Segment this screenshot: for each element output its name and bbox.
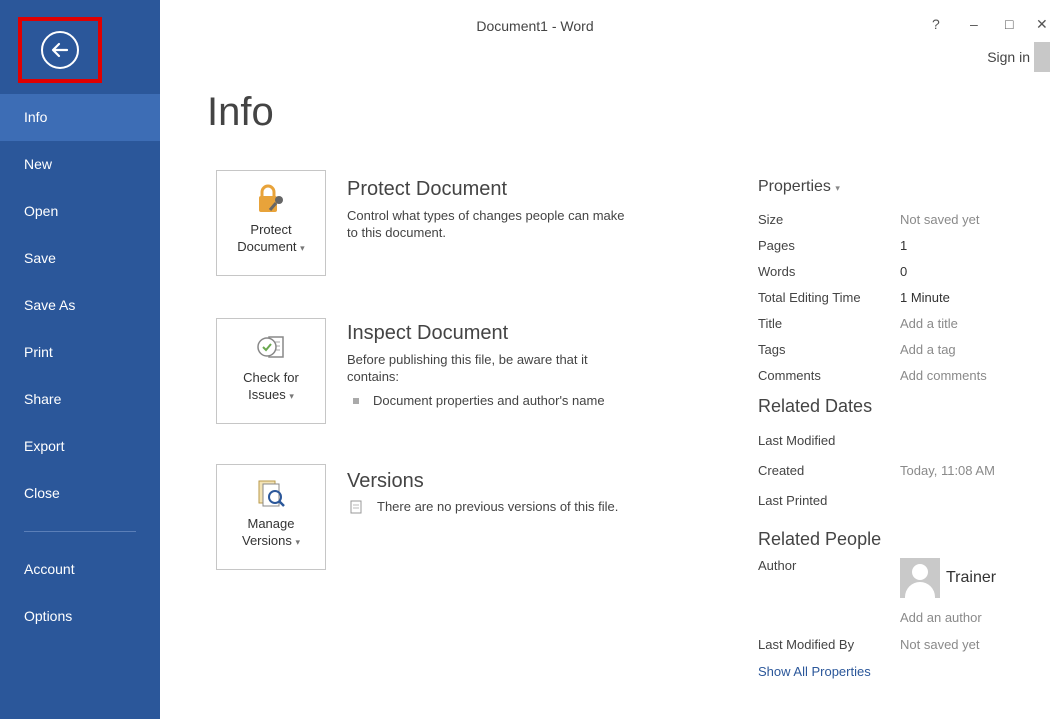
related-dates-heading: Related Dates <box>758 396 873 416</box>
back-button[interactable] <box>41 31 79 69</box>
manage-versions-button[interactable]: Manage Versions ▾ <box>216 464 326 570</box>
add-author-field[interactable]: Add an author <box>900 610 996 625</box>
sidebar-item-new[interactable]: New <box>0 141 160 188</box>
property-row-size: Size Not saved yet <box>758 211 980 227</box>
sidebar-item-account[interactable]: Account <box>0 546 160 593</box>
sidebar-item-options[interactable]: Options <box>0 593 160 640</box>
protect-document-label: Protect Document ▾ <box>237 222 305 254</box>
last-modified-by-row: Last Modified By Not saved yet <box>758 636 980 652</box>
arrow-left-icon <box>51 42 69 58</box>
versions-section: Versions There are no previous versions … <box>347 470 707 514</box>
related-people-heading: Related People <box>758 529 882 549</box>
sidebar-nav: Info New Open Save Save As Print Share E… <box>0 94 160 517</box>
close-window-button[interactable]: ✕ <box>1036 16 1048 33</box>
check-for-issues-button[interactable]: Check for Issues ▾ <box>216 318 326 424</box>
back-button-highlight <box>18 17 102 83</box>
protect-document-heading: Protect Document <box>347 178 508 200</box>
author-entry: Trainer Add an author <box>900 558 996 625</box>
protect-document-button[interactable]: Protect Document ▾ <box>216 170 326 276</box>
property-row-pages: Pages 1 <box>758 237 908 253</box>
property-row-tags: Tags Add a tag <box>758 341 956 357</box>
sidebar-item-open[interactable]: Open <box>0 188 160 235</box>
sidebar-item-share[interactable]: Share <box>0 376 160 423</box>
versions-item: There are no previous versions of this f… <box>347 499 707 514</box>
inspect-document-icon <box>257 336 284 358</box>
check-for-issues-label: Check for Issues ▾ <box>243 370 299 402</box>
protect-document-description: Control what types of changes people can… <box>347 208 625 240</box>
manage-versions-icon <box>258 480 285 507</box>
chevron-down-icon: ▾ <box>835 183 840 193</box>
sidebar-item-save[interactable]: Save <box>0 235 160 282</box>
inspect-document-heading: Inspect Document <box>347 322 509 344</box>
tags-field[interactable]: Add a tag <box>900 342 956 357</box>
author-person[interactable]: Trainer <box>900 558 996 598</box>
maximize-button[interactable]: □ <box>1005 16 1013 32</box>
sidebar-nav-bottom: Account Options <box>0 546 160 640</box>
bullet-icon <box>353 397 359 404</box>
window-title: Document1 - Word <box>476 18 594 34</box>
date-row-last-modified: Last Modified <box>758 432 836 448</box>
sidebar-item-print[interactable]: Print <box>0 329 160 376</box>
page-title: Info <box>207 90 274 134</box>
sidebar-item-close[interactable]: Close <box>0 470 160 517</box>
document-icon <box>350 500 362 513</box>
show-all-properties-link[interactable]: Show All Properties <box>758 663 1048 681</box>
property-row-comments: Comments Add comments <box>758 367 987 383</box>
title-field[interactable]: Add a title <box>900 316 958 331</box>
property-row-editing-time: Total Editing Time 1 Minute <box>758 289 950 305</box>
sidebar-divider <box>24 531 136 532</box>
sidebar-item-info[interactable]: Info <box>0 94 160 141</box>
lock-key-icon <box>259 184 283 212</box>
date-row-created: Created Today, 11:08 AM <box>758 462 995 478</box>
minimize-button[interactable]: – <box>970 16 978 32</box>
versions-heading: Versions <box>347 470 424 492</box>
comments-field[interactable]: Add comments <box>900 368 987 383</box>
protect-document-section: Protect Document Control what types of c… <box>347 178 707 241</box>
inspect-document-section: Inspect Document Before publishing this … <box>347 322 707 408</box>
date-row-last-printed: Last Printed <box>758 492 828 508</box>
property-row-words: Words 0 <box>758 263 908 279</box>
author-row: Author Trainer Add an author <box>758 558 997 625</box>
avatar <box>900 558 940 598</box>
sign-in-link[interactable]: Sign in <box>987 49 1030 65</box>
manage-versions-label: Manage Versions ▾ <box>241 516 301 548</box>
inspect-item: Document properties and author's name <box>347 393 707 408</box>
sidebar-item-export[interactable]: Export <box>0 423 160 470</box>
properties-heading[interactable]: Properties ▾ <box>758 178 1048 196</box>
inspect-document-description: Before publishing this file, be aware th… <box>347 352 588 384</box>
property-row-title: Title Add a title <box>758 315 958 331</box>
user-avatar[interactable] <box>1034 42 1050 72</box>
help-button[interactable]: ? <box>932 16 940 32</box>
backstage-sidebar: Info New Open Save Save As Print Share E… <box>0 0 160 719</box>
sidebar-item-save-as[interactable]: Save As <box>0 282 160 329</box>
properties-panel: Properties ▾ Size Not saved yet Pages 1 … <box>758 178 1048 681</box>
